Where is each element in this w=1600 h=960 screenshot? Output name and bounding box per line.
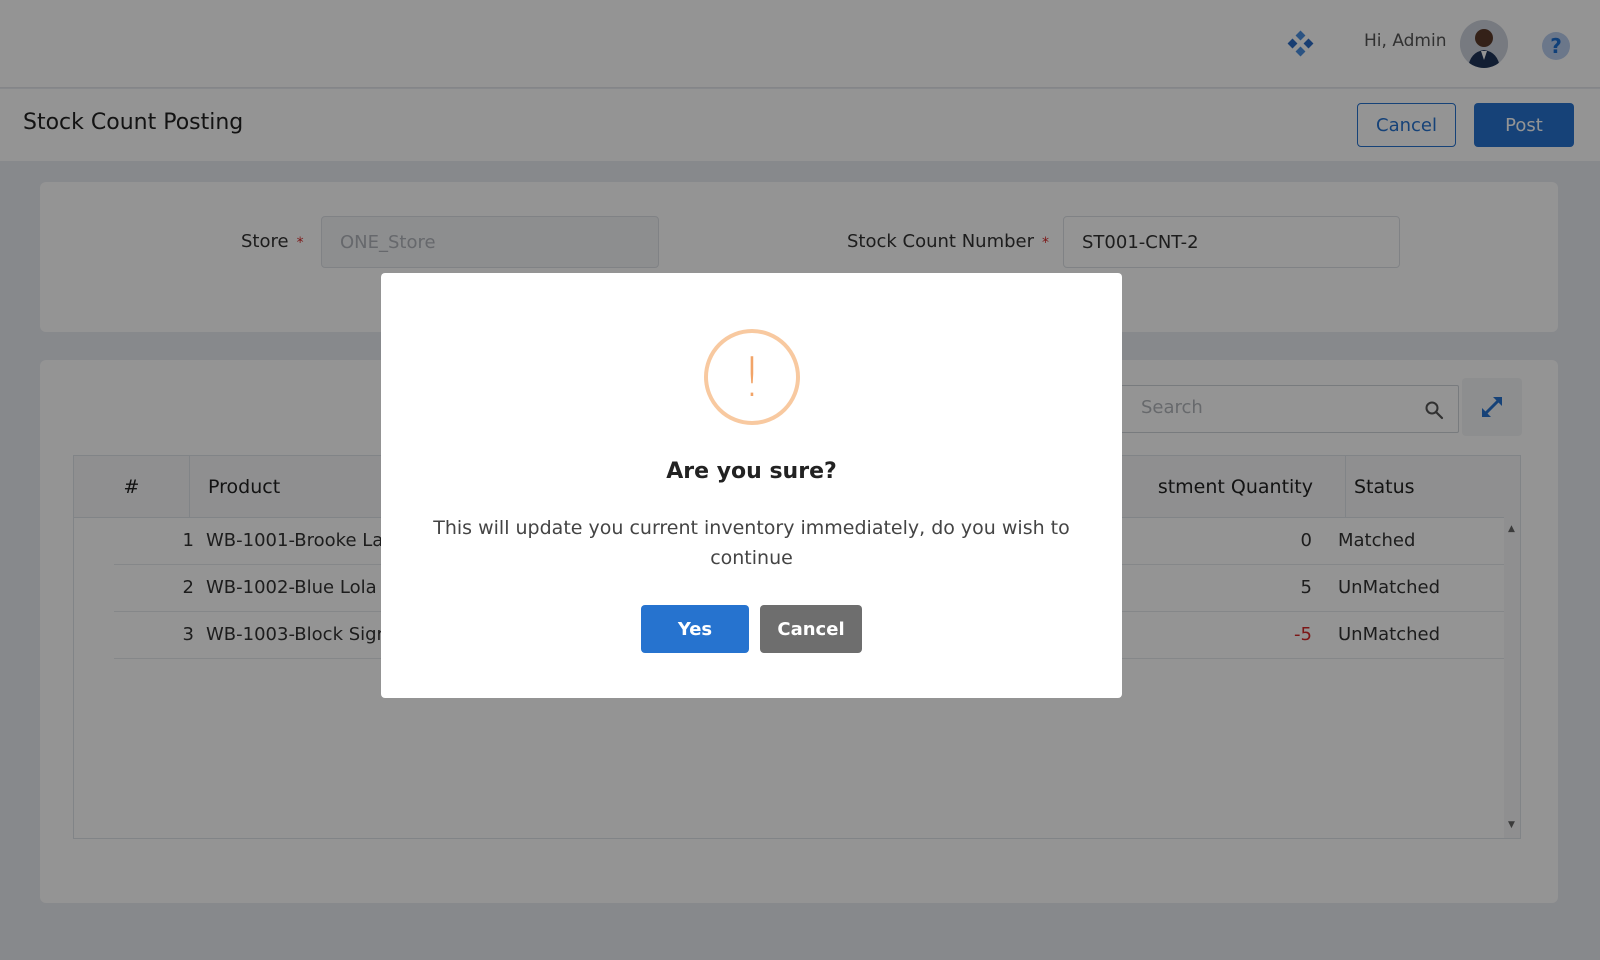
warning-icon: !	[704, 329, 800, 425]
yes-button[interactable]: Yes	[641, 605, 749, 653]
dialog-message: This will update you current inventory i…	[433, 517, 1070, 569]
confirm-dialog: ! Are you sure? This will update you cur…	[381, 273, 1122, 698]
dialog-cancel-button[interactable]: Cancel	[760, 605, 862, 653]
dialog-title: Are you sure?	[666, 459, 837, 484]
